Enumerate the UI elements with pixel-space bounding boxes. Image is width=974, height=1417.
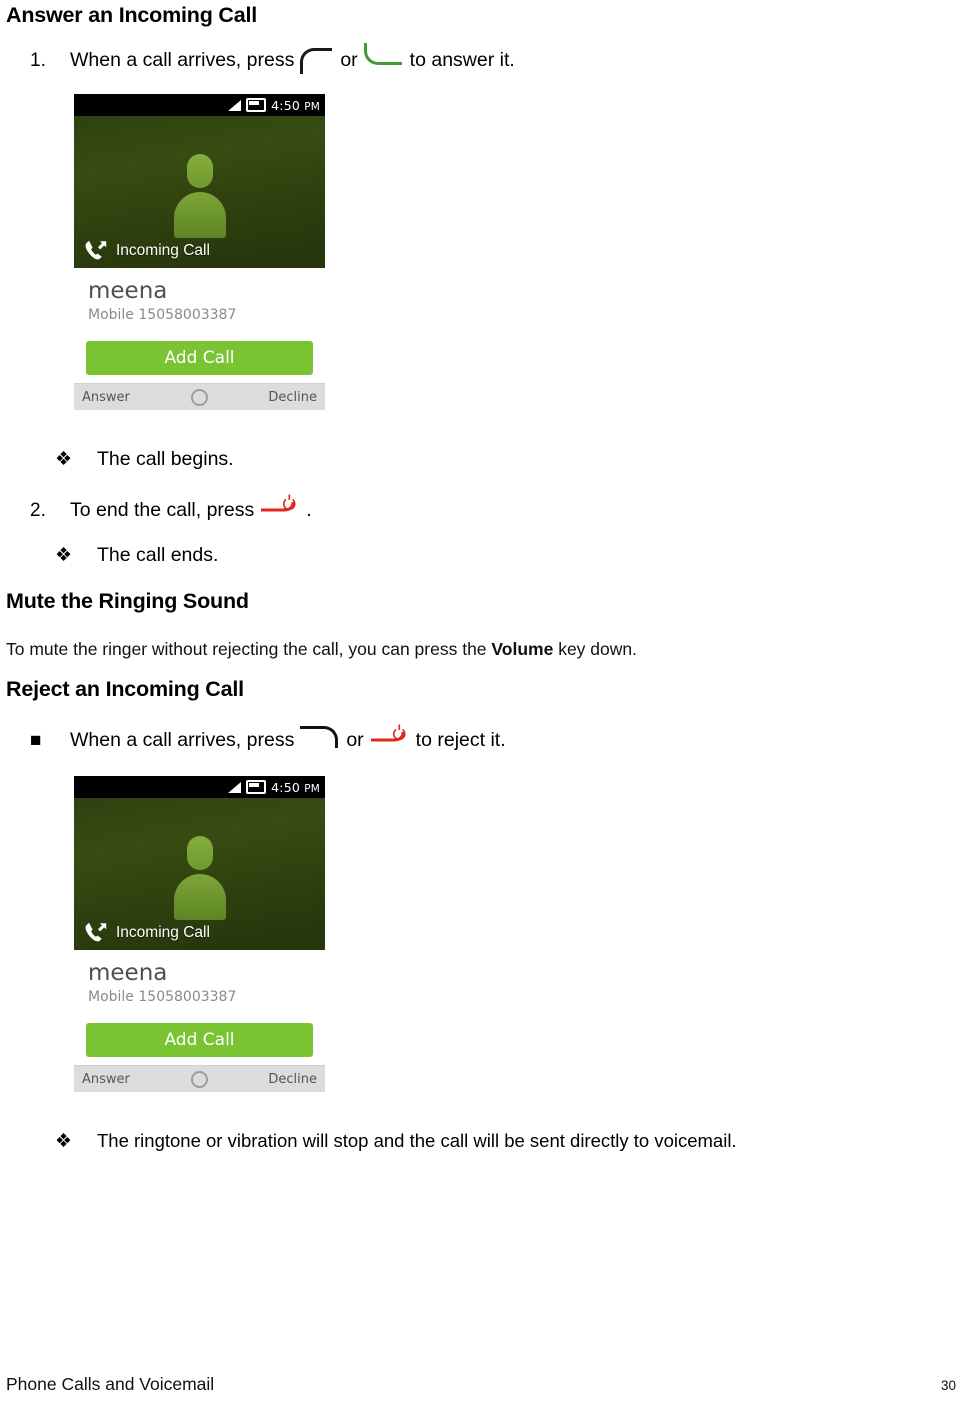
home-circle-icon[interactable]: [190, 388, 208, 406]
step-number: 1.: [30, 50, 46, 71]
battery-icon: [246, 780, 267, 794]
list-item-call-begins: ❖ The call begins.: [55, 446, 234, 473]
answer-button[interactable]: Answer: [82, 1072, 130, 1087]
answer-button[interactable]: Answer: [82, 390, 130, 405]
ringtone-result-text: The ringtone or vibration will stop and …: [97, 1130, 737, 1151]
battery-icon: [246, 98, 267, 112]
step-number: 2.: [30, 500, 46, 521]
step-1-text-after: to answer it.: [409, 49, 515, 71]
diamond-bullet-icon: ❖: [55, 449, 73, 470]
incoming-call-label: Incoming Call: [116, 924, 210, 941]
mute-text-after: key down.: [553, 639, 637, 659]
contact-number: Mobile 15058003387: [88, 307, 237, 323]
decline-button[interactable]: Decline: [268, 390, 317, 405]
call-begins-text: The call begins.: [97, 448, 234, 470]
phone-status-bar: 4:50 PM: [74, 94, 325, 116]
mute-paragraph: To mute the ringer without rejecting the…: [6, 638, 637, 660]
answer-decline-bar: Answer Decline: [74, 383, 325, 410]
contact-number: Mobile 15058003387: [88, 989, 237, 1005]
add-call-wrap: Add Call: [74, 325, 325, 383]
power-end-key-icon: [260, 494, 300, 516]
decline-button[interactable]: Decline: [268, 1072, 317, 1087]
mute-text-before: To mute the ringer without rejecting the…: [6, 639, 492, 659]
step-2-text-before: To end the call, press: [70, 499, 255, 521]
outgoing-call-handset-icon: [85, 922, 107, 942]
list-item-step-1: 1. When a call arrives, press or to answ…: [30, 43, 515, 74]
contact-avatar-icon: [172, 836, 228, 928]
square-bullet-icon: ■: [30, 730, 42, 751]
incoming-call-row: Incoming Call: [84, 922, 210, 944]
list-item-reject: ■ When a call arrives, press or to rejec…: [30, 724, 506, 754]
avatar-body: [173, 192, 226, 238]
avatar-body: [173, 874, 226, 920]
list-item-call-ends: ❖ The call ends.: [55, 542, 218, 569]
status-time: 4:50 PM: [271, 97, 320, 113]
signal-bars-icon: [228, 99, 242, 111]
diamond-bullet-icon: ❖: [55, 545, 73, 566]
document-page: Answer an Incoming Call 1. When a call a…: [0, 0, 974, 1417]
volume-keyword: Volume: [491, 639, 554, 659]
answer-key-icon: [363, 43, 404, 66]
contact-name: meena: [88, 960, 168, 986]
contact-name: meena: [88, 278, 168, 304]
end-key-icon: [300, 724, 340, 748]
heading-mute-ringing-sound: Mute the Ringing Sound: [6, 589, 249, 613]
add-call-button[interactable]: Add Call: [86, 1023, 313, 1057]
heading-reject-incoming-call: Reject an Incoming Call: [6, 677, 244, 701]
step-1-text-before: When a call arrives, press: [70, 49, 295, 71]
contact-block: meena Mobile 15058003387: [74, 950, 325, 1007]
call-ends-text: The call ends.: [97, 544, 219, 566]
step-1-text-or: or: [340, 49, 358, 71]
signal-bars-icon: [228, 781, 242, 793]
reject-text-before: When a call arrives, press: [70, 729, 295, 751]
footer-page-number: 30: [940, 1378, 956, 1393]
power-end-key-icon: [370, 724, 410, 746]
add-call-wrap: Add Call: [74, 1007, 325, 1065]
phone-screenshot-incoming-call-1: 4:50 PM Incoming Call meena Mobile 15058…: [74, 94, 325, 410]
list-item-step-2: 2. To end the call, press .: [30, 494, 312, 524]
outgoing-call-handset-icon: [85, 240, 107, 260]
incoming-call-hero: Incoming Call: [74, 798, 325, 950]
incoming-call-label: Incoming Call: [116, 242, 210, 259]
home-circle-icon[interactable]: [190, 1070, 208, 1088]
phone-screenshot-incoming-call-2: 4:50 PM Incoming Call meena Mobile 15058…: [74, 776, 325, 1092]
send-key-icon: [300, 44, 334, 74]
contact-block: meena Mobile 15058003387: [74, 268, 325, 325]
phone-status-bar: 4:50 PM: [74, 776, 325, 798]
answer-decline-bar: Answer Decline: [74, 1065, 325, 1092]
list-item-ringtone-result: ❖ The ringtone or vibration will stop an…: [55, 1128, 737, 1155]
avatar-head: [186, 154, 213, 188]
contact-avatar-icon: [172, 154, 228, 246]
reject-text-after: to reject it.: [415, 729, 506, 751]
footer-chapter: Phone Calls and Voicemail: [6, 1374, 215, 1394]
page-footer: Phone Calls and Voicemail 30: [6, 1374, 956, 1395]
add-call-button[interactable]: Add Call: [86, 341, 313, 375]
diamond-bullet-icon: ❖: [55, 1131, 73, 1152]
incoming-call-row: Incoming Call: [84, 240, 210, 262]
avatar-head: [186, 836, 213, 870]
reject-text-or: or: [346, 729, 364, 751]
status-time: 4:50 PM: [271, 779, 320, 795]
heading-answer-incoming-call: Answer an Incoming Call: [6, 3, 258, 27]
step-2-text-after: .: [306, 499, 312, 521]
incoming-call-hero: Incoming Call: [74, 116, 325, 268]
